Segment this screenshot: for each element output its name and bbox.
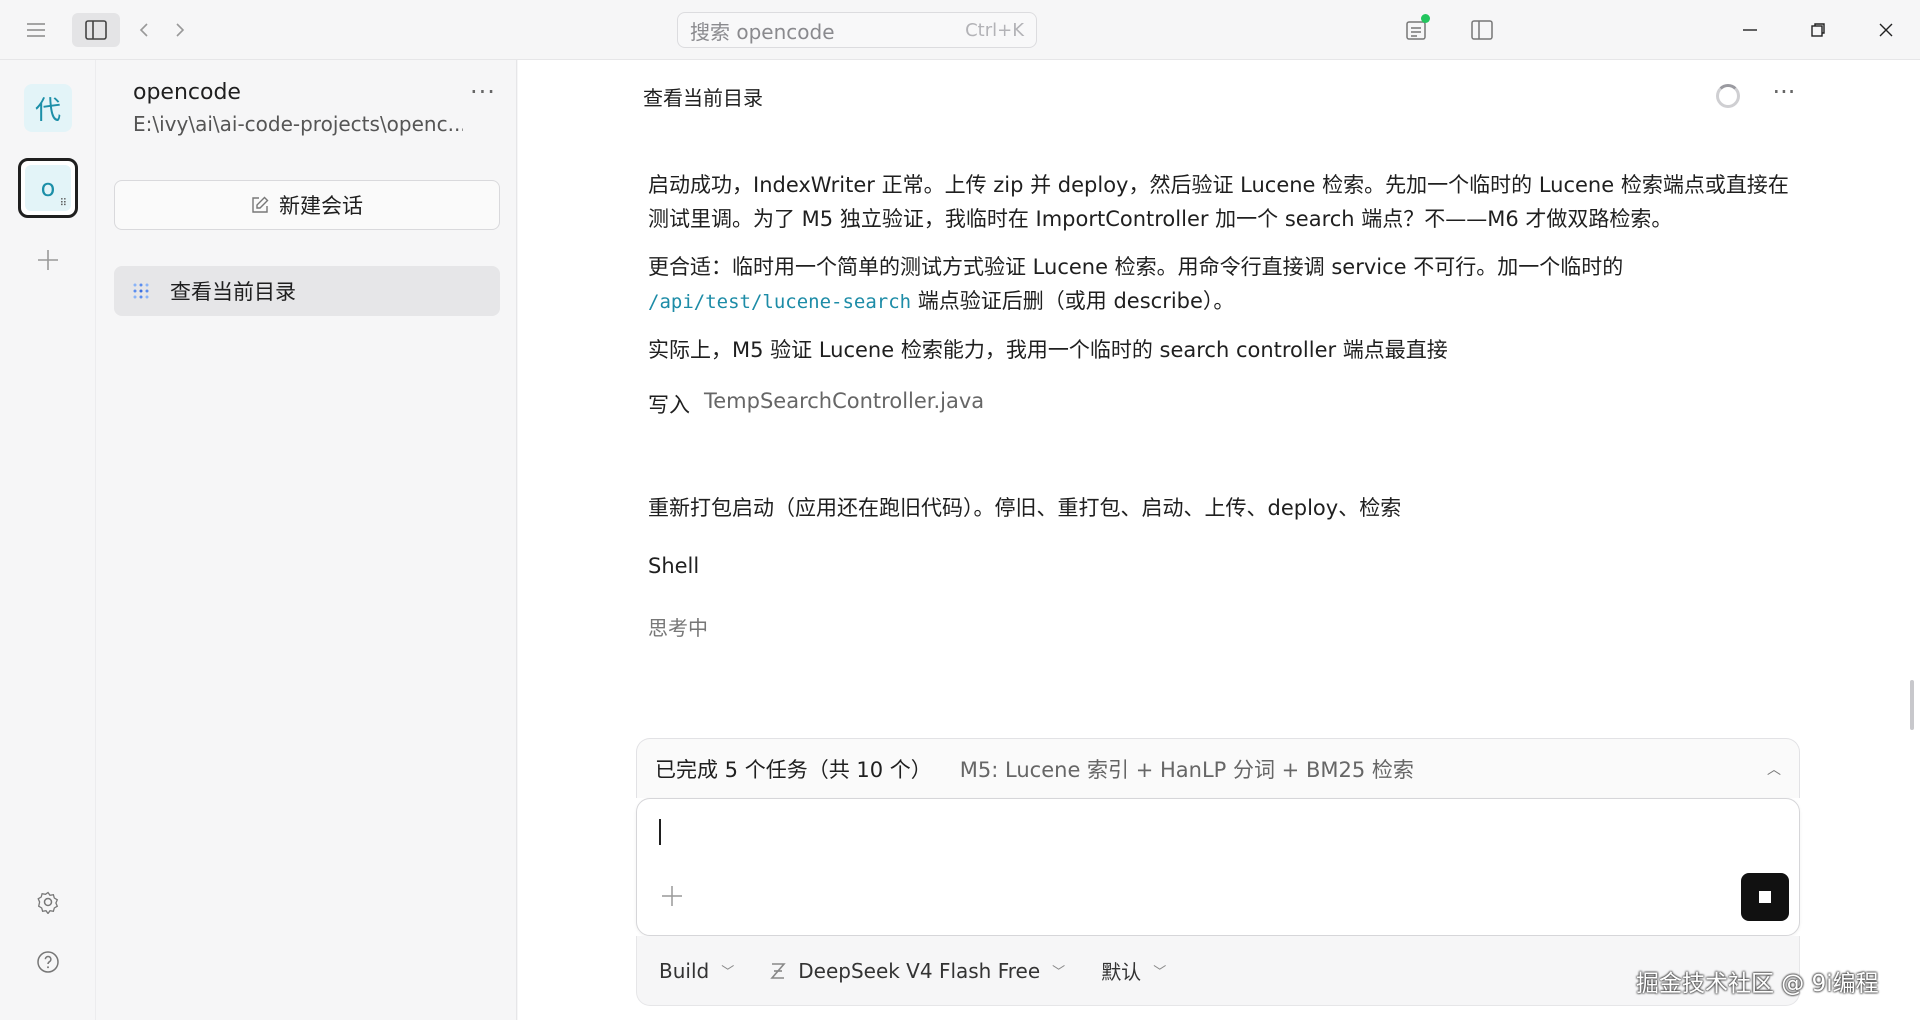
project-path: E:\ivy\ai\ai-code-projects\openc... xyxy=(133,112,463,136)
main-panel: 查看当前目录 ··· 启动成功，IndexWriter 正常。上传 zip 并 … xyxy=(518,60,1920,1020)
app-window: 搜索 opencode Ctrl+K 代 o ⠿ opencode E:\ivy… xyxy=(0,0,1920,1020)
chevron-down-icon: ﹀ xyxy=(721,965,735,980)
title-bar: 搜索 opencode Ctrl+K xyxy=(0,0,1920,60)
session-item[interactable]: 查看当前目录 xyxy=(114,266,500,316)
right-panel-icon[interactable] xyxy=(1464,12,1500,48)
new-session-button[interactable]: 新建会话 xyxy=(114,180,500,230)
review-icon[interactable] xyxy=(1398,12,1434,48)
status-dot xyxy=(1421,14,1430,23)
message-content: 启动成功，IndexWriter 正常。上传 zip 并 deploy，然后验证… xyxy=(648,168,1798,419)
project-name: opencode xyxy=(133,80,241,105)
search-placeholder: 搜索 opencode xyxy=(690,19,835,44)
model-icon xyxy=(770,962,786,979)
current-task: M5: Lucene 索引 + HanLP 分词 + BM25 检索 xyxy=(959,757,1414,782)
tool-file: TempSearchController.java xyxy=(704,389,985,413)
project-avatar-letter: o xyxy=(40,174,56,202)
session-title: 查看当前目录 xyxy=(643,86,763,110)
project-avatar-inner: o ⠿ xyxy=(25,165,71,211)
more-options-icon[interactable]: ··· xyxy=(465,78,501,108)
project-rail: 代 o ⠿ xyxy=(0,60,96,1020)
chevron-down-icon: ﹀ xyxy=(1153,965,1167,980)
chevron-up-icon[interactable]: ︿ xyxy=(1767,759,1781,779)
grid-icon: ⠿ xyxy=(59,198,67,209)
message-paragraph: 更合适：临时用一个简单的测试方式验证 Lucene 检索。用命令行直接调 ser… xyxy=(648,250,1798,319)
variant-label: 默认 xyxy=(1101,960,1142,984)
settings-icon[interactable] xyxy=(30,884,66,920)
message-paragraph: 启动成功，IndexWriter 正常。上传 zip 并 deploy，然后验证… xyxy=(648,173,1789,231)
minimize-icon[interactable] xyxy=(1730,10,1770,50)
inline-code: /api/test/lucene-search xyxy=(648,291,912,313)
thinking-status: 思考中 xyxy=(648,616,708,640)
message-paragraph: 重新打包启动（应用还在跑旧代码）。停旧、重打包、启动、上传、deploy、检索 xyxy=(648,496,1402,520)
text-caret xyxy=(659,819,661,845)
maximize-icon[interactable] xyxy=(1798,10,1838,50)
task-progress-bar[interactable]: 已完成 5 个任务（共 10 个） M5: Lucene 索引 + HanLP … xyxy=(636,738,1800,798)
chevron-left-icon[interactable] xyxy=(130,14,158,46)
agent-select[interactable]: Build ﹀ xyxy=(659,959,734,983)
chevron-right-icon[interactable] xyxy=(166,14,194,46)
watermark: 掘金技术社区 @ 9i编程 xyxy=(1636,971,1879,997)
scrollbar[interactable] xyxy=(1910,680,1914,730)
close-icon[interactable] xyxy=(1866,10,1906,50)
search-input[interactable]: 搜索 opencode Ctrl+K xyxy=(677,12,1037,48)
message-text: 端点验证后删（或用 describe）。 xyxy=(911,289,1235,313)
message-text: 更合适：临时用一个简单的测试方式验证 Lucene 检索。用命令行直接调 ser… xyxy=(648,255,1624,279)
loading-dots-icon xyxy=(133,283,149,299)
add-project-icon[interactable] xyxy=(30,242,66,278)
help-icon[interactable] xyxy=(30,944,66,980)
model-label: DeepSeek V4 Flash Free xyxy=(798,958,1041,983)
tool-call-write[interactable]: 写入 TempSearchController.java xyxy=(648,389,1798,419)
tool-call-shell[interactable]: Shell xyxy=(648,554,699,578)
prompt-input[interactable] xyxy=(636,798,1800,936)
chevron-down-icon: ﹀ xyxy=(1052,965,1066,980)
agent-label: Build xyxy=(659,958,710,983)
tool-action: 写入 xyxy=(648,393,690,417)
project-avatar-active[interactable]: o ⠿ xyxy=(18,158,78,218)
stop-button[interactable] xyxy=(1741,873,1789,921)
new-session-label: 新建会话 xyxy=(279,194,363,218)
stop-icon xyxy=(1759,891,1771,903)
search-shortcut: Ctrl+K xyxy=(965,19,1024,41)
variant-select[interactable]: 默认 ﹀ xyxy=(1101,956,1166,985)
more-options-icon[interactable]: ··· xyxy=(1766,78,1802,108)
message-paragraph: 实际上，M5 验证 Lucene 检索能力，我用一个临时的 search con… xyxy=(648,338,1448,362)
model-select[interactable]: DeepSeek V4 Flash Free ﹀ xyxy=(770,959,1065,983)
add-attachment-icon[interactable] xyxy=(657,881,687,911)
spinner-icon xyxy=(1716,84,1740,108)
panel-toggle-icon[interactable] xyxy=(72,13,120,47)
project-avatar[interactable]: 代 xyxy=(24,84,72,132)
session-sidebar: opencode E:\ivy\ai\ai-code-projects\open… xyxy=(97,60,517,1020)
session-item-label: 查看当前目录 xyxy=(170,280,296,304)
edit-icon xyxy=(252,196,269,213)
composer-footer: Build ﹀ DeepSeek V4 Flash Free ﹀ 默认 ﹀ xyxy=(636,936,1800,1006)
tasks-done: 已完成 5 个任务（共 10 个） xyxy=(655,757,932,782)
menu-icon[interactable] xyxy=(20,14,52,46)
